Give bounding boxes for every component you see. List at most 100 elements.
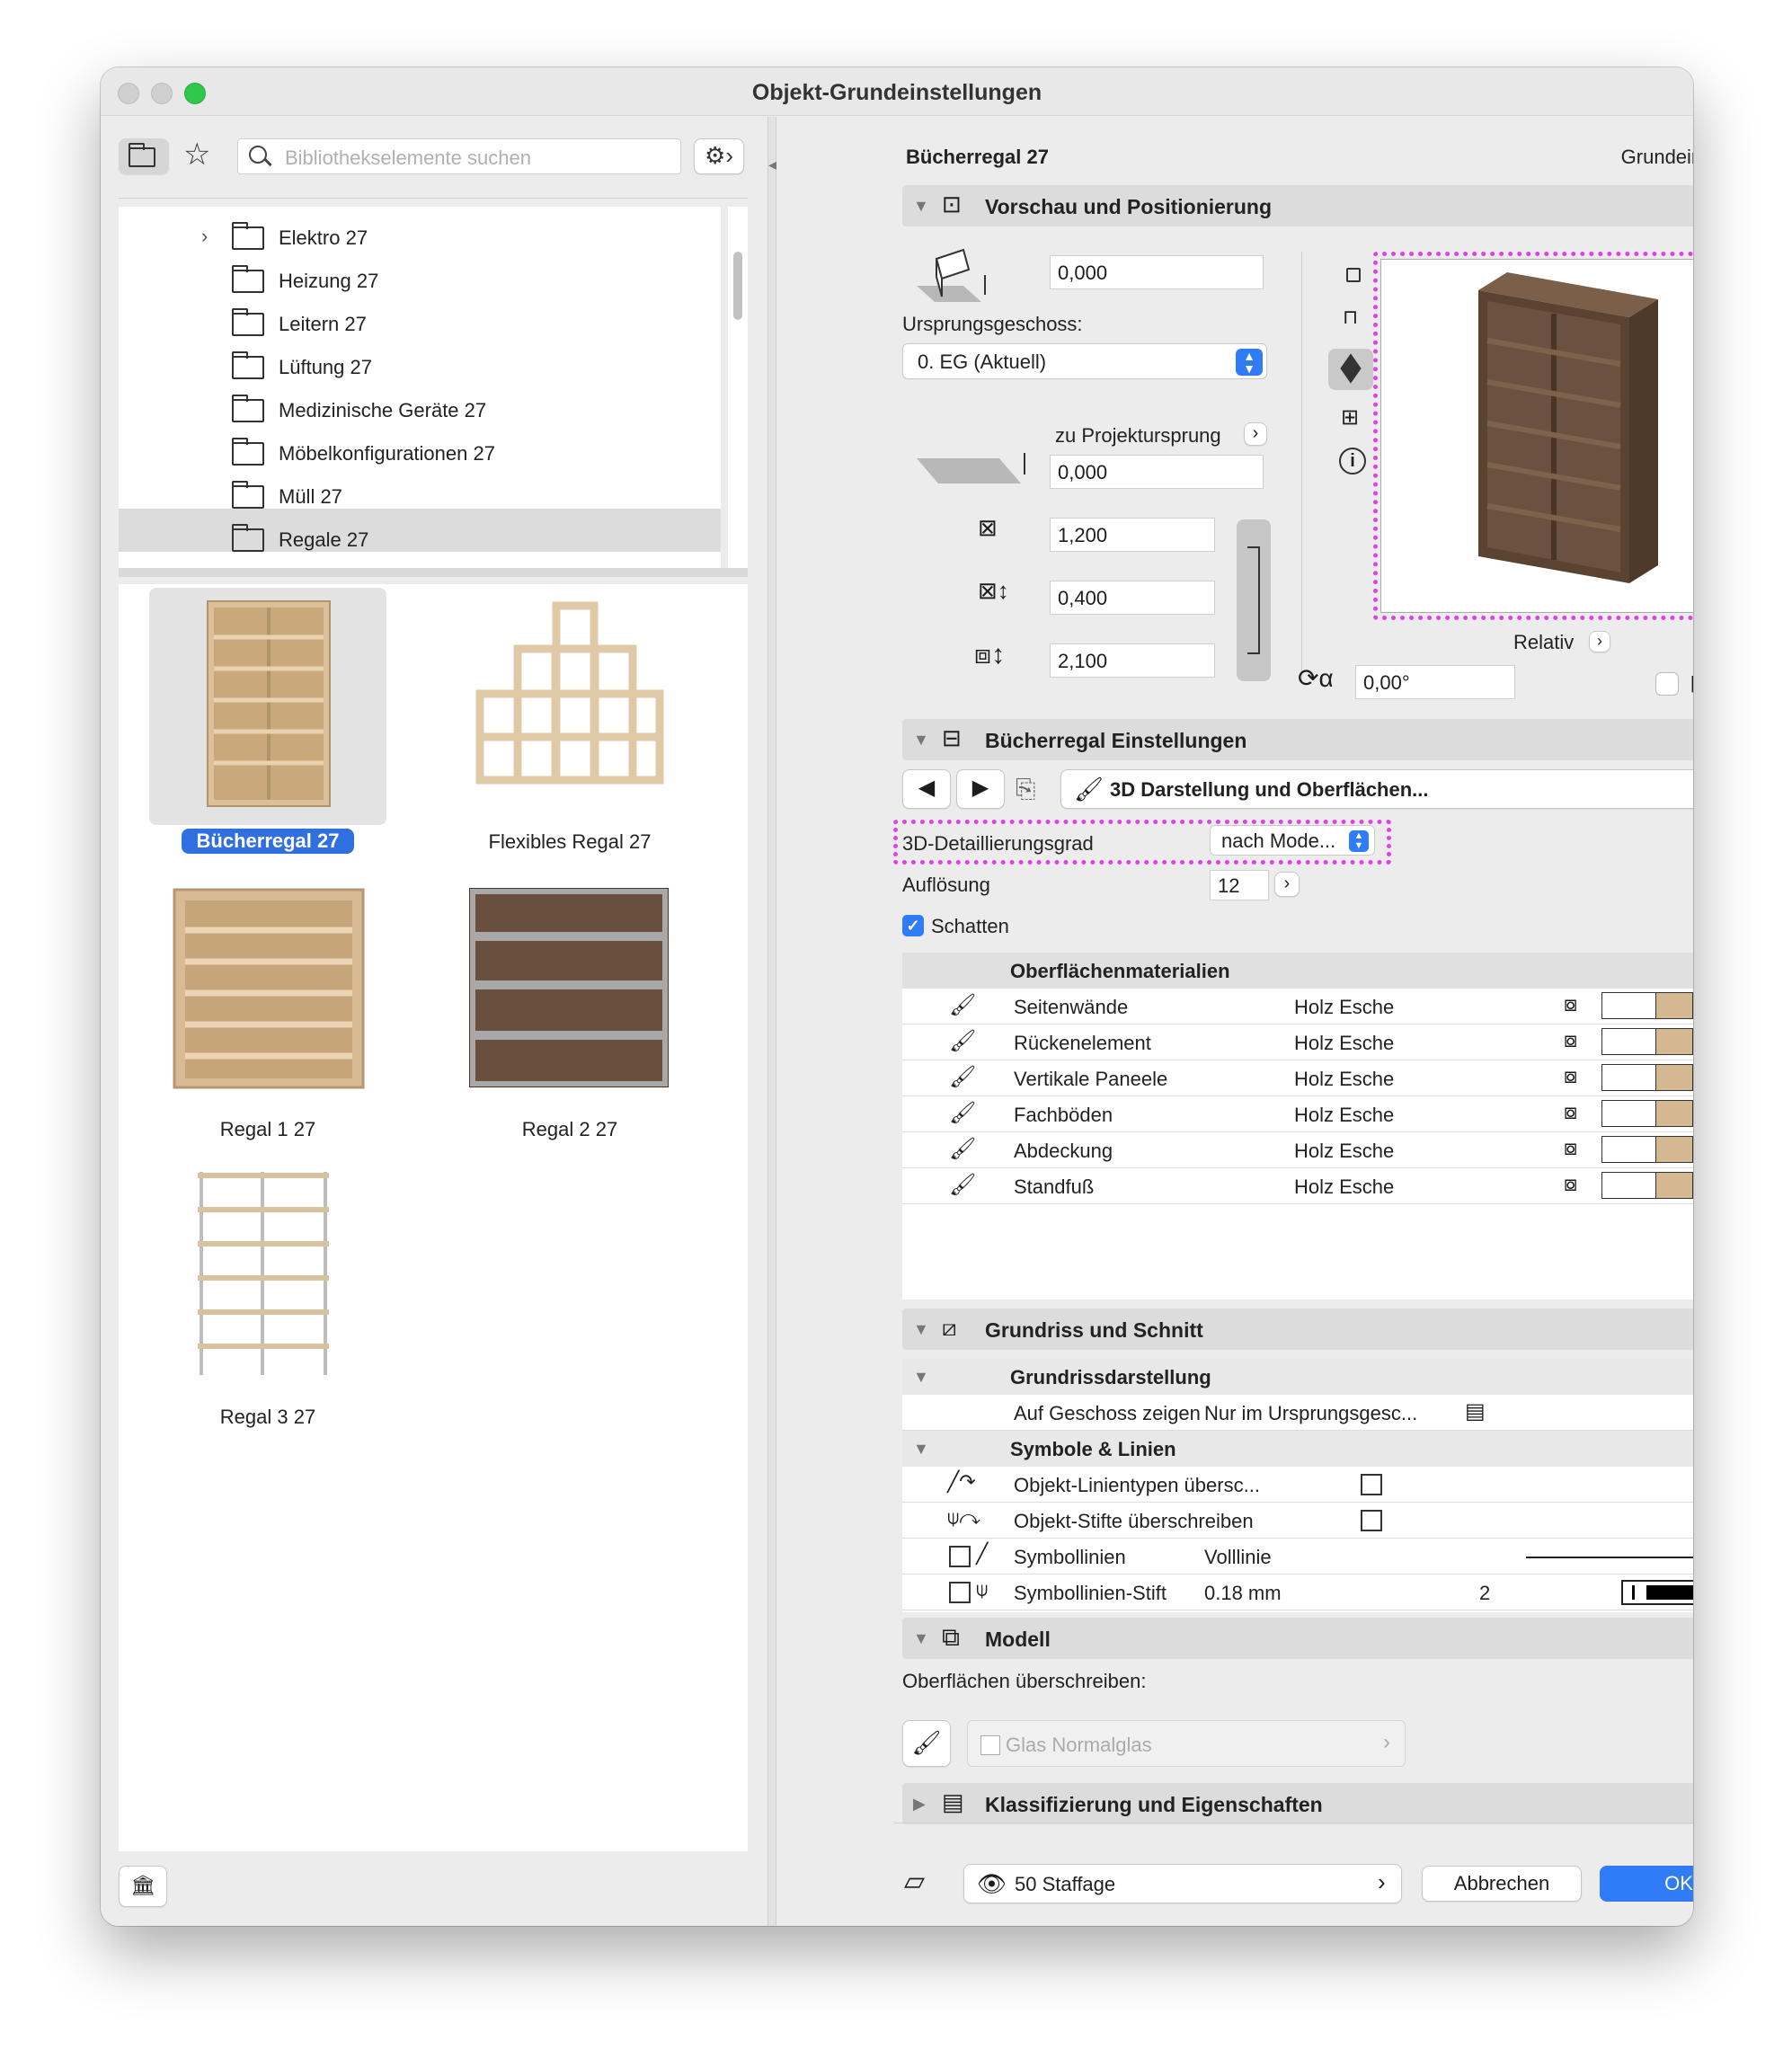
regal1-thumbnail[interactable] — [165, 881, 372, 1096]
folder-row[interactable]: Lüftung 27 — [119, 345, 721, 388]
material-color-swatch[interactable] — [1655, 1136, 1693, 1163]
section-settings-header[interactable]: ▼ ⊟ Bücherregal Einstellungen — [902, 719, 1693, 760]
section-floorplan-header[interactable]: ▼ ⧄ Grundriss und Schnitt — [902, 1308, 1693, 1350]
material-picker-icon[interactable]: ⧇ — [1564, 1136, 1577, 1161]
table-row[interactable]: 🖌 Fachböden Holz Esche ⧇ — [902, 1096, 1693, 1132]
table-row[interactable]: ⍦↷ Objekt-Stifte überschreiben — [902, 1503, 1693, 1539]
depth-input[interactable]: 0,400 — [1050, 581, 1215, 615]
elevation-input[interactable]: 0,000 — [1050, 255, 1264, 289]
folder-icon — [232, 438, 264, 466]
detail-level-select[interactable]: nach Mode... ▲ ▼ — [1210, 825, 1375, 856]
section-preview-header[interactable]: ▼ ⊡ Vorschau und Positionierung — [902, 185, 1693, 226]
library-item-label-selected[interactable]: Bücherregal 27 — [182, 829, 354, 854]
chain-link-button[interactable] — [1237, 519, 1271, 681]
cancel-button[interactable]: Abbrechen — [1422, 1866, 1582, 1902]
flexible-shelf-thumbnail[interactable] — [471, 597, 669, 812]
solid-line-sample[interactable] — [1526, 1557, 1693, 1558]
library-search-input[interactable]: Bibliothekselemente suchen — [237, 138, 681, 174]
material-preview-swatch[interactable] — [1601, 1172, 1657, 1199]
pen-color-swatch[interactable] — [1621, 1580, 1693, 1605]
height-input[interactable]: 2,100 — [1050, 643, 1215, 678]
ok-button[interactable]: OK — [1600, 1866, 1693, 1902]
regal2-thumbnail[interactable] — [464, 883, 674, 1095]
section-view-icon[interactable]: ⊞ — [1341, 404, 1359, 430]
material-preview-swatch[interactable] — [1601, 1028, 1657, 1055]
folder-row[interactable]: Regale 27 — [119, 518, 721, 561]
surface-override-select[interactable]: Glas Normalglas › — [967, 1720, 1406, 1767]
table-row[interactable]: ╱ Symbollinien Volllinie — [902, 1539, 1693, 1575]
material-picker-icon[interactable]: ⧇ — [1564, 1100, 1577, 1125]
material-preview-swatch[interactable] — [1601, 992, 1657, 1019]
pane-splitter[interactable] — [119, 568, 748, 577]
bookshelf-thumbnail[interactable] — [203, 597, 338, 812]
table-row[interactable]: 🖌 Abdeckung Holz Esche ⧇ — [902, 1132, 1693, 1168]
table-row[interactable]: 🖌 Seitenwände Holz Esche ⧇ — [902, 989, 1693, 1025]
symbol-pen-checkbox[interactable] — [949, 1582, 971, 1603]
symbol-lines-checkbox[interactable] — [949, 1546, 971, 1567]
home-story-select[interactable]: 0. EG (Aktuell) ▲ ▼ — [902, 343, 1267, 379]
angle-input[interactable]: 0,00° — [1355, 665, 1515, 699]
material-color-swatch[interactable] — [1655, 1172, 1693, 1199]
layer-select-button[interactable]: 👁 50 Staffage › — [963, 1864, 1402, 1903]
chevron-right-icon[interactable]: › — [1589, 631, 1610, 652]
chevron-right-icon[interactable]: › — [1274, 872, 1300, 897]
material-picker-icon[interactable]: ⧇ — [1564, 1172, 1577, 1197]
folder-view-button[interactable] — [119, 138, 169, 174]
table-row[interactable]: ⍦ Symbollinien-Stift 0.18 mm 2 — [902, 1575, 1693, 1610]
material-preview-swatch[interactable] — [1601, 1100, 1657, 1127]
material-color-swatch[interactable] — [1655, 1028, 1693, 1055]
panel-divider[interactable]: ◀ — [767, 117, 778, 1926]
folder-row[interactable]: Medizinische Geräte 27 — [119, 388, 721, 431]
next-page-button[interactable]: ▶ — [956, 769, 1005, 809]
table-row[interactable]: 🖌 Vertikale Paneele Holz Esche ⧇ — [902, 1060, 1693, 1096]
floorplan-view-icon[interactable] — [1346, 268, 1361, 282]
library-item-label[interactable]: Flexibles Regal 27 — [444, 830, 696, 854]
library-item-label[interactable]: Regal 1 27 — [149, 1118, 386, 1141]
chevron-right-icon[interactable]: › — [1244, 422, 1267, 446]
prev-page-button[interactable]: ◀ — [902, 769, 951, 809]
library-manager-button[interactable]: 🏛 — [119, 1866, 167, 1907]
3d-preview-canvas[interactable] — [1380, 259, 1693, 613]
folder-row[interactable]: Leitern 27 — [119, 302, 721, 345]
settings-gear-button[interactable]: ⚙› — [694, 138, 744, 174]
table-row[interactable]: 🖌 Rückenelement Holz Esche ⧇ — [902, 1025, 1693, 1060]
page-select-button[interactable]: 🖌 3D Darstellung und Oberflächen... › — [1060, 769, 1693, 809]
shadow-checkbox[interactable]: ✓ — [902, 915, 924, 936]
table-row[interactable]: Auf Geschoss zeigen Nur im Ursprungsgesc… — [902, 1395, 1693, 1431]
surface-override-button[interactable]: 🖌 — [902, 1720, 951, 1767]
folder-row[interactable]: Elektro 27 — [119, 216, 721, 259]
resolution-input[interactable]: 12 — [1210, 870, 1269, 900]
material-color-swatch[interactable] — [1655, 992, 1693, 1019]
table-row[interactable]: ╱↷ Objekt-Linientypen übersc... — [902, 1467, 1693, 1503]
material-picker-icon[interactable]: ⧇ — [1564, 1028, 1577, 1053]
mirror-checkbox[interactable] — [1655, 672, 1679, 696]
favorites-star-icon[interactable]: ☆ — [183, 137, 210, 173]
folder-row[interactable]: Heizung 27 — [119, 259, 721, 302]
width-input[interactable]: 1,200 — [1050, 518, 1215, 552]
material-picker-icon[interactable]: ⧇ — [1564, 992, 1577, 1017]
library-item-label[interactable]: Regal 3 27 — [149, 1406, 386, 1429]
table-row[interactable]: 🖌 Standfuß Holz Esche ⧇ — [902, 1168, 1693, 1204]
3d-view-button[interactable] — [1328, 349, 1373, 390]
library-item-label[interactable]: Regal 2 27 — [444, 1118, 696, 1141]
relative-elevation-input[interactable]: 0,000 — [1050, 455, 1264, 489]
material-color-swatch[interactable] — [1655, 1064, 1693, 1091]
material-preview-swatch[interactable] — [1601, 1064, 1657, 1091]
info-icon[interactable]: i — [1339, 448, 1366, 475]
folder-row[interactable]: Möbelkonfigurationen 27 — [119, 431, 721, 475]
override-linetypes-checkbox[interactable] — [1361, 1474, 1382, 1495]
page-export-icon[interactable]: ⎘ — [1016, 775, 1035, 804]
material-color-swatch[interactable] — [1655, 1100, 1693, 1127]
stories-icon[interactable]: ▤ — [1465, 1398, 1486, 1424]
regal3-thumbnail[interactable] — [192, 1166, 336, 1382]
tree-scrollbar[interactable] — [728, 207, 748, 568]
mirror-icon[interactable]: ⊠ — [1690, 669, 1693, 698]
folder-row[interactable]: Müll 27 — [119, 475, 721, 518]
section-model-header[interactable]: ▼ ⧉ Modell — [902, 1618, 1693, 1659]
paint-brush-icon: 🖌 — [949, 1029, 977, 1053]
material-preview-swatch[interactable] — [1601, 1136, 1657, 1163]
material-picker-icon[interactable]: ⧇ — [1564, 1064, 1577, 1089]
elevation-view-icon[interactable]: ⊓ — [1343, 306, 1358, 329]
override-pens-checkbox[interactable] — [1361, 1510, 1382, 1531]
section-classification-header[interactable]: ▶ ▤ Klassifizierung und Eigenschaften — [902, 1783, 1693, 1824]
